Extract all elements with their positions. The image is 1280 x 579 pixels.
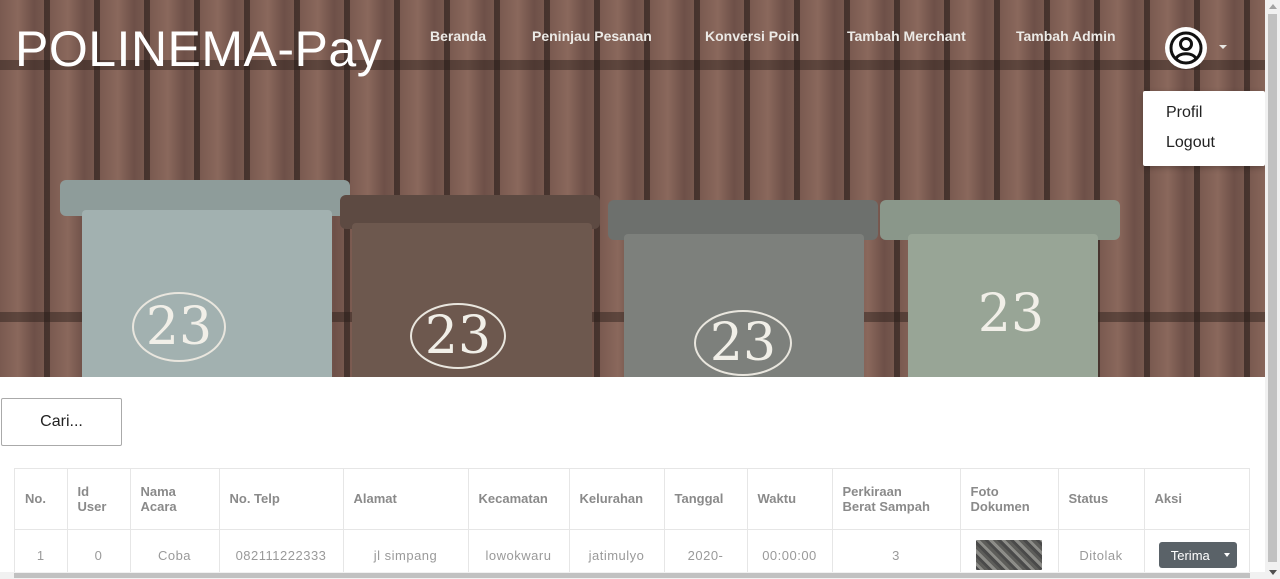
column-header: Alamat (343, 469, 469, 530)
scrollbar-thumb[interactable] (14, 573, 1250, 578)
scroll-up-icon[interactable] (1269, 4, 1277, 9)
bin-number: 23 (977, 284, 1045, 344)
column-header: Kelurahan (569, 469, 665, 530)
column-header: No. (15, 469, 68, 530)
column-header: Kecamatan (468, 469, 570, 530)
caret-down-icon (1223, 553, 1230, 558)
column-header: Foto Dokumen (960, 469, 1059, 530)
column-header: No. Telp (219, 469, 344, 530)
brand-logo[interactable]: POLINEMA-Pay (15, 20, 382, 78)
search-button[interactable]: Cari... (1, 398, 122, 446)
chevron-down-icon[interactable] (1219, 45, 1227, 49)
scroll-down-icon[interactable] (1269, 570, 1277, 575)
dropdown-item-profil[interactable]: Profil (1166, 104, 1202, 122)
bin-number: 23 (132, 292, 226, 362)
bin-3: 23 (608, 200, 878, 377)
scrollbar-thumb[interactable] (1268, 14, 1277, 562)
nav-tambah-merchant[interactable]: Tambah Merchant (847, 28, 966, 44)
accept-dropdown-button[interactable]: Terima (1158, 542, 1237, 569)
hero-banner: 23 23 23 23 POLINEMA-Pay Beranda Peninja… (0, 0, 1265, 377)
vertical-scrollbar[interactable] (1265, 0, 1280, 579)
column-header: Id User (67, 469, 131, 530)
nav-tambah-admin[interactable]: Tambah Admin (1016, 28, 1116, 44)
column-header: Status (1058, 469, 1145, 530)
bin-number: 23 (410, 303, 506, 369)
user-circle-icon (1169, 31, 1203, 65)
horizontal-scrollbar[interactable] (0, 572, 1265, 579)
accept-label: Terima (1170, 547, 1210, 563)
column-header: Waktu (747, 469, 833, 530)
table-header-row: No. Id User Nama Acara No. Telp Alamat Kec… (15, 469, 1249, 530)
nav-konversi-poin[interactable]: Konversi Poin (705, 28, 799, 44)
bin-4: 23 (880, 200, 1120, 377)
user-dropdown-menu: Profil Logout (1143, 91, 1265, 166)
orders-table: No. Id User Nama Acara No. Telp Alamat Kec… (14, 468, 1250, 579)
bin-1: 23 (60, 180, 350, 377)
dropdown-item-logout[interactable]: Logout (1166, 134, 1215, 152)
bin-number: 23 (694, 310, 792, 376)
column-header: Aksi (1144, 469, 1249, 530)
bin-2: 23 (340, 195, 600, 377)
nav-beranda[interactable]: Beranda (430, 28, 486, 44)
nav-peninjau-pesanan[interactable]: Peninjau Pesanan (532, 28, 652, 44)
column-header: Tanggal (664, 469, 748, 530)
column-header: Perkiraan Berat Sampah (832, 469, 961, 530)
column-header: Nama Acara (130, 469, 220, 530)
document-photo-thumbnail[interactable] (976, 540, 1042, 571)
user-avatar-button[interactable] (1165, 27, 1207, 69)
